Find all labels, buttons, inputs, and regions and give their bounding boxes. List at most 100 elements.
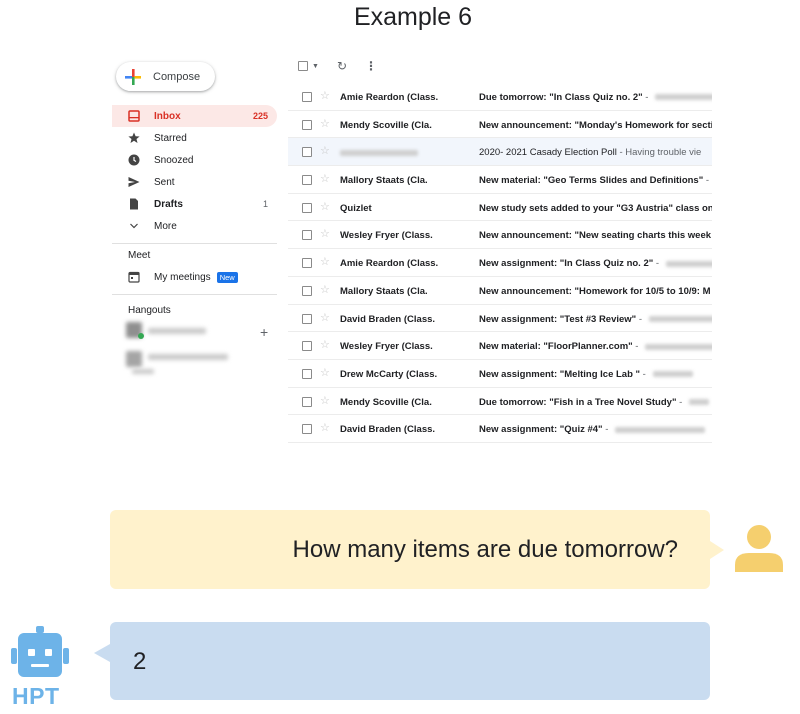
email-row[interactable]: ☆ Mallory Staats (Cla. New material: "Geo … [288,166,712,194]
list-toolbar: ▼ ↻ ⋮ [298,56,377,76]
email-sender: David Braden (Class. [340,313,436,325]
star-icon[interactable]: ☆ [320,255,330,268]
email-subject-line: New assignment: "In Class Quiz no. 2" - [479,258,712,269]
email-subject-line: New assignment: "Quiz #4" - [479,424,706,436]
star-icon[interactable]: ☆ [320,200,330,213]
email-snippet: - [640,368,649,380]
select-all-checkbox[interactable] [298,61,308,71]
row-checkbox[interactable] [302,368,312,379]
answer-bubble: 2 [94,622,710,700]
refresh-icon[interactable]: ↻ [337,59,347,73]
compose-label: Compose [153,70,201,83]
sidebar-item-label: Drafts [154,198,183,210]
meet-header: Meet [128,250,151,261]
email-row[interactable]: ☆ Amie Reardon (Class. New assignment: "In… [288,249,712,277]
star-icon[interactable]: ☆ [320,338,330,351]
star-icon[interactable]: ☆ [320,366,330,379]
email-row[interactable]: ☆ Wesley Fryer (Class. New material: "Floo… [288,332,712,360]
email-row[interactable]: ☆ 2020- 2021 Casady Election Poll - Havin… [288,138,712,167]
row-checkbox[interactable] [302,230,312,241]
email-snippet: - [602,424,612,436]
inbox-count: 225 [252,111,268,121]
clock-icon [127,153,141,167]
send-icon [127,175,141,189]
row-checkbox[interactable] [302,424,312,435]
star-icon[interactable]: ☆ [320,283,330,296]
row-checkbox[interactable] [302,92,312,102]
email-row[interactable]: ☆ Drew McCarty (Class. New assignment: "Me… [288,359,712,388]
email-row[interactable]: ☆ Wesley Fryer (Class. New announcement: "… [288,221,712,250]
sidebar-item-snoozed[interactable]: Snoozed [112,149,277,171]
sidebar-item-sent[interactable]: Sent [112,171,277,193]
star-icon[interactable]: ☆ [320,227,330,240]
add-hangout-icon[interactable]: + [260,324,268,340]
row-checkbox[interactable] [302,147,312,158]
email-sender: Mendy Scoville (Cla. [340,119,432,131]
email-row[interactable]: ☆ David Braden (Class. New assignment: "Te… [288,304,712,333]
email-subject-line: New announcement: "New seating charts th… [479,230,711,241]
email-subject: New assignment: "In Class Quiz no. 2" [479,258,654,270]
row-checkbox[interactable] [302,313,312,324]
email-sender: Mendy Scoville (Cla. [340,396,432,408]
email-row[interactable]: ☆ Amie Reardon (Class. Due tomorrow: "In C… [288,83,712,111]
email-row[interactable]: ☆ Quizlet New study sets added to your "G3… [288,193,712,222]
star-icon[interactable]: ☆ [320,421,330,434]
email-snippet: - [632,341,642,353]
row-checkbox[interactable] [302,396,312,407]
email-sender: Amie Reardon (Class. [340,92,439,103]
answer-text: 2 [133,648,147,675]
draft-icon [127,197,141,211]
star-icon[interactable]: ☆ [320,144,330,157]
email-row[interactable]: ☆ David Braden (Class. New assignment: "Qu… [288,415,712,443]
row-checkbox[interactable] [302,119,312,130]
sidebar-item-drafts[interactable]: Drafts 1 [112,193,277,215]
star-icon[interactable]: ☆ [320,311,330,324]
more-vert-icon[interactable]: ⋮ [365,59,377,73]
email-subject: New announcement: "Homework for 10/5 to … [479,285,711,297]
email-row[interactable]: ☆ Mallory Staats (Cla. New announcement: "… [288,276,712,305]
redacted-sender [340,149,418,156]
email-list: ☆ Amie Reardon (Class. Due tomorrow: "In C… [288,83,712,443]
row-checkbox[interactable] [302,285,312,296]
robot-icon [11,626,69,677]
hangouts-contact-status [132,369,154,374]
email-row[interactable]: ☆ Mendy Scoville (Cla. New announcement: "… [288,110,712,139]
email-sender: Amie Reardon (Class. [340,258,439,270]
email-subject-line: Due tomorrow: "In Class Quiz no. 2" - [479,92,712,103]
caret-down-icon[interactable]: ▼ [312,63,319,70]
email-snippet: - [676,396,685,408]
email-subject: New assignment: "Quiz #4" [479,424,603,436]
sidebar-item-label: Snoozed [154,154,194,166]
calendar-icon [128,271,140,283]
page-title: Example 6 [353,3,473,31]
star-icon[interactable]: ☆ [320,117,330,130]
sidebar-item-inbox[interactable]: Inbox 225 [112,105,277,127]
email-snippet: - [636,313,645,325]
drafts-count: 1 [262,199,268,209]
row-checkbox[interactable] [302,175,312,186]
email-subject: 2020- 2021 Casady Election Poll [479,147,617,159]
row-checkbox[interactable] [302,258,312,269]
hangouts-user-name [148,328,206,334]
my-meetings-item[interactable]: My meetings New [112,266,277,288]
sidebar-item-starred[interactable]: Starred [112,127,277,149]
compose-button[interactable]: Compose [116,62,215,91]
star-icon[interactable]: ☆ [320,89,330,102]
email-subject-line: Due tomorrow: "Fish in a Tree Novel Stud… [479,397,709,408]
email-subject-line: New announcement: "Homework for 10/5 to … [479,286,711,297]
email-subject: New material: "Geo Terms Slides and Defi… [479,175,704,187]
email-subject-line: New assignment: "Melting Ice Lab " - [479,369,693,380]
star-icon[interactable]: ☆ [320,172,330,185]
sidebar-item-more[interactable]: More [112,215,277,237]
email-subject-line: New study sets added to your "G3 Austria… [479,203,712,214]
email-subject: New assignment: "Test #3 Review" [479,313,637,325]
row-checkbox[interactable] [302,202,312,213]
star-icon[interactable]: ☆ [320,394,330,407]
sidebar-nav: Inbox 225 Starred Snoozed Sent Drafts 1 … [112,105,277,237]
email-subject-line: New material: "Geo Terms Slides and Defi… [479,175,712,186]
question-text: How many items are due tomorrow? [292,536,678,563]
email-subject: Due tomorrow: "Fish in a Tree Novel Stud… [479,396,677,408]
email-row[interactable]: ☆ Mendy Scoville (Cla. Due tomorrow: "Fish… [288,387,712,416]
row-checkbox[interactable] [302,341,312,352]
sidebar-divider [112,294,277,295]
